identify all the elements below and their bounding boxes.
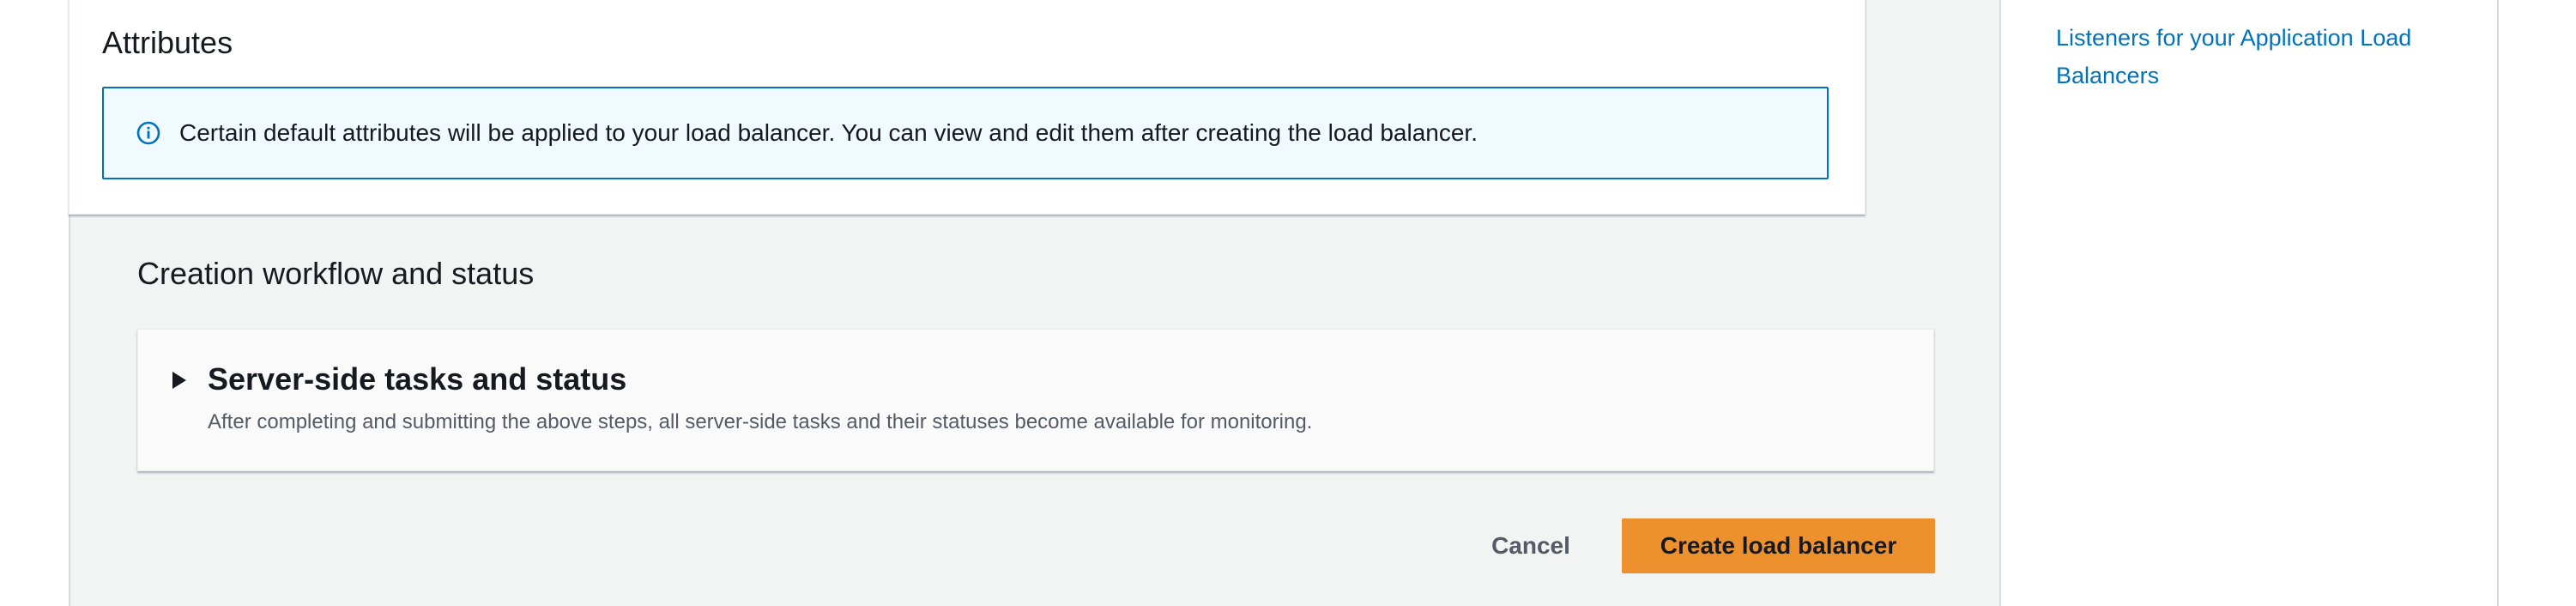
server-side-tasks-expandable[interactable]: Server-side tasks and status After compl… [137, 329, 1934, 471]
help-link-alb-listeners[interactable]: Listeners for your Application Load Bala… [2056, 19, 2468, 94]
server-side-tasks-description: After completing and submitting the abov… [208, 410, 1313, 433]
help-panel: Listeners for your Application Load Bala… [2001, 0, 2499, 606]
server-side-tasks-title[interactable]: Server-side tasks and status [208, 361, 626, 398]
create-load-balancer-button[interactable]: Create load balancer [1622, 518, 1935, 573]
caret-right-icon[interactable] [172, 372, 186, 389]
left-gutter [0, 0, 69, 606]
right-gutter [2499, 0, 2576, 606]
creation-workflow-heading: Creation workflow and status [137, 256, 535, 291]
cancel-button[interactable]: Cancel [1469, 518, 1593, 573]
info-icon [136, 121, 160, 145]
info-alert: Certain default attributes will be appli… [102, 87, 1829, 179]
attributes-title: Attributes [102, 25, 233, 60]
alert-message: Certain default attributes will be appli… [179, 119, 1478, 146]
